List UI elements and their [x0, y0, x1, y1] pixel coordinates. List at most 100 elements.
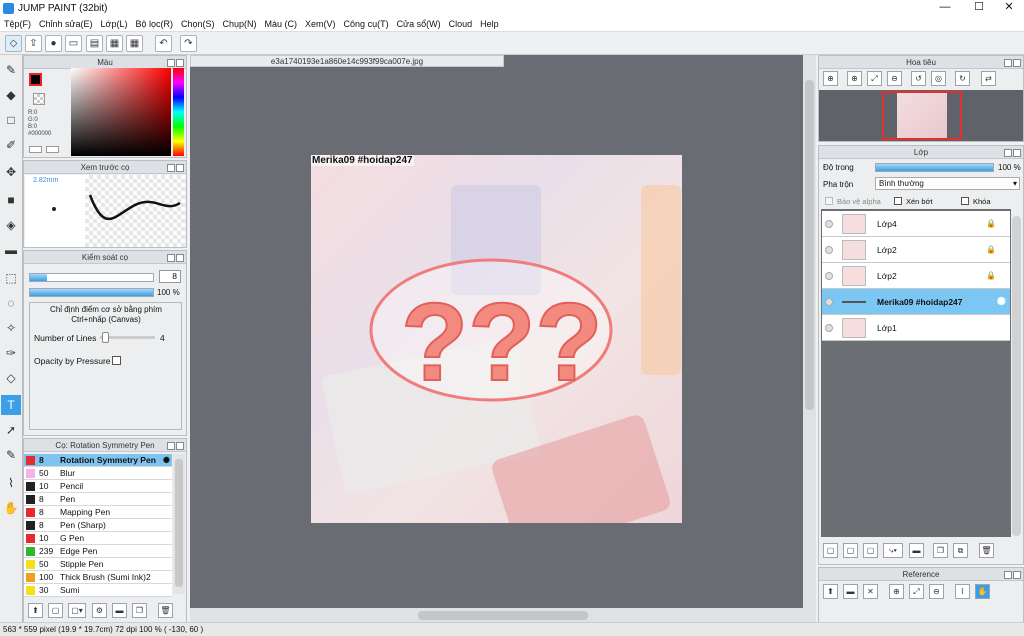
redo-icon[interactable]: ↷ — [180, 35, 197, 52]
panel-layout-icon[interactable]: ▦ — [106, 35, 123, 52]
nav-fit-icon[interactable]: ⤢ — [867, 71, 882, 86]
new-text-layer-icon[interactable]: ▢ — [863, 543, 878, 558]
layer-row[interactable]: Lớp2 🔒 — [822, 237, 1010, 263]
brush-add-dropdown-icon[interactable]: ▢▾ — [68, 603, 86, 618]
move-tool-icon[interactable]: ✥ — [1, 162, 21, 182]
canvas-image[interactable]: Merika09 #hoidap247 ??? — [311, 155, 682, 523]
menu-layer[interactable]: Lớp(L) — [97, 17, 132, 31]
nav-zoom-icon[interactable]: ⊕ — [847, 71, 862, 86]
color-mode-button[interactable] — [29, 146, 42, 153]
color-swap-button[interactable] — [46, 146, 59, 153]
layer-visibility-icon[interactable] — [825, 272, 833, 280]
share-icon[interactable]: ⇪ — [25, 35, 42, 52]
stroke-tool-icon[interactable]: ✐ — [1, 135, 21, 155]
brush-item[interactable]: 8 Mapping Pen — [24, 506, 172, 519]
nav-rotate-right-icon[interactable]: ↻ — [955, 71, 970, 86]
speech-bubble-icon[interactable]: ● — [45, 35, 62, 52]
brush-item[interactable]: 30 Sumi — [24, 584, 172, 597]
maximize-button[interactable]: ☐ — [964, 0, 994, 17]
new-vector-layer-icon[interactable]: ▢ — [843, 543, 858, 558]
brush-item[interactable]: 100 Thick Brush (Sumi Ink)2 — [24, 571, 172, 584]
menu-edit[interactable]: Chỉnh sửa(E) — [35, 17, 97, 31]
reference-close-icon[interactable]: ✕ — [863, 584, 878, 599]
new-layer-dropdown-icon[interactable]: ⤷▾ — [883, 543, 903, 558]
gear-icon[interactable]: ✺ — [997, 295, 1006, 308]
bucket-tool-icon[interactable]: ◈ — [1, 215, 21, 235]
close-button[interactable]: ✕ — [994, 0, 1024, 17]
menu-help[interactable]: Help — [476, 17, 503, 31]
hand-tool-icon[interactable]: ✋ — [1, 498, 21, 518]
brush-copy-icon[interactable]: ❐ — [132, 603, 147, 618]
select-rect-icon[interactable]: ⬚ — [1, 268, 21, 288]
layer-row[interactable]: Lớp4 🔒 — [822, 211, 1010, 237]
fill-rect-tool-icon[interactable]: ■ — [1, 190, 21, 210]
layer-visibility-icon[interactable] — [825, 246, 833, 254]
layer-lock-icon[interactable]: 🔒 — [986, 245, 996, 254]
operation-tool-icon[interactable]: ➚ — [1, 420, 21, 440]
nav-rotate-left-icon[interactable]: ↺ — [911, 71, 926, 86]
layer-visibility-icon[interactable] — [825, 220, 833, 228]
select-pen-icon[interactable]: ✑ — [1, 343, 21, 363]
duplicate-layer-icon[interactable]: ❐ — [933, 543, 948, 558]
transparent-swatch[interactable] — [33, 93, 45, 105]
layer-opacity-slider[interactable] — [875, 163, 994, 172]
eraser-tool-icon[interactable]: ◆ — [1, 85, 21, 105]
nav-flip-icon[interactable]: ⇄ — [981, 71, 996, 86]
brush-item[interactable]: 50 Blur — [24, 467, 172, 480]
clip-checkbox[interactable] — [894, 197, 902, 205]
reference-eyedropper-icon[interactable]: ⌇ — [955, 584, 970, 599]
hue-slider[interactable] — [173, 68, 184, 156]
menu-color[interactable]: Màu (C) — [261, 17, 302, 31]
select-eraser-icon[interactable]: ◇ — [1, 368, 21, 388]
grid-layout-icon[interactable]: ▦ — [126, 35, 143, 52]
menu-cloud[interactable]: Cloud — [445, 17, 477, 31]
menu-filter[interactable]: Bộ lọc(R) — [131, 17, 177, 31]
layer-row[interactable]: Merika09 #hoidap247 ✺ — [822, 289, 1010, 315]
brush-size-slider[interactable] — [29, 273, 154, 282]
merge-layer-icon[interactable]: ⧉ — [953, 543, 968, 558]
layer-lock-icon[interactable]: 🔒 — [986, 219, 996, 228]
nav-rotate-reset-icon[interactable]: ◎ — [931, 71, 946, 86]
layer-row[interactable]: Lớp2 🔒 — [822, 263, 1010, 289]
protect-alpha-checkbox[interactable] — [825, 197, 833, 205]
brush-item[interactable]: 50 Stipple Pen — [24, 558, 172, 571]
layer-list-scrollbar[interactable] — [1012, 216, 1021, 536]
brush-item[interactable]: 10 Pencil — [24, 480, 172, 493]
reference-fit-icon[interactable]: ⤢ — [909, 584, 924, 599]
layer-blend-select[interactable]: Bình thường ▾ — [875, 177, 1020, 190]
layer-row[interactable]: Lớp1 — [822, 315, 1010, 341]
canvas-horizontal-scroll-thumb[interactable] — [418, 611, 588, 620]
page-icon[interactable]: ▤ — [86, 35, 103, 52]
divide-tool-icon[interactable]: ✎ — [1, 445, 21, 465]
reference-open-icon[interactable]: ▬ — [843, 584, 858, 599]
lock-checkbox[interactable] — [961, 197, 969, 205]
brush-upload-icon[interactable]: ⬆ — [28, 603, 43, 618]
menu-view[interactable]: Xem(V) — [301, 17, 340, 31]
color-picker-square[interactable] — [71, 68, 171, 156]
canvas-vertical-scroll-thumb[interactable] — [805, 80, 814, 410]
navigator-preview[interactable] — [819, 90, 1023, 141]
gradient-tool-icon[interactable]: ▬ — [1, 240, 21, 260]
lasso-icon[interactable]: ◌ — [1, 293, 21, 313]
magic-wand-icon[interactable]: ✧ — [1, 318, 21, 338]
text-tool-icon[interactable]: T — [1, 395, 21, 415]
number-of-lines-handle[interactable] — [102, 332, 109, 343]
rect-tool-icon[interactable]: □ — [1, 110, 21, 130]
reference-hand-icon[interactable]: ✋ — [975, 584, 990, 599]
brush-delete-icon[interactable]: 🗑 — [158, 603, 173, 618]
brush-opacity-slider[interactable] — [29, 288, 154, 297]
minimize-button[interactable]: — — [930, 0, 960, 17]
layer-folder-icon[interactable]: ▬ — [909, 543, 924, 558]
brush-item[interactable]: 8 Pen — [24, 493, 172, 506]
brush-item[interactable]: 10 G Pen — [24, 532, 172, 545]
menu-capture[interactable]: Chụp(N) — [219, 17, 261, 31]
delete-layer-icon[interactable]: 🗑 — [979, 543, 994, 558]
layer-visibility-icon[interactable] — [825, 324, 833, 332]
eraser-toggle-icon[interactable]: ◇ — [5, 35, 22, 52]
gear-icon[interactable]: ✺ — [163, 454, 170, 467]
brush-size-input[interactable]: 8 — [159, 270, 181, 283]
menu-select[interactable]: Chọn(S) — [177, 17, 219, 31]
menu-window[interactable]: Cửa sổ(W) — [393, 17, 445, 31]
brush-item[interactable]: 239 Edge Pen — [24, 545, 172, 558]
layer-visibility-icon[interactable] — [825, 298, 833, 306]
